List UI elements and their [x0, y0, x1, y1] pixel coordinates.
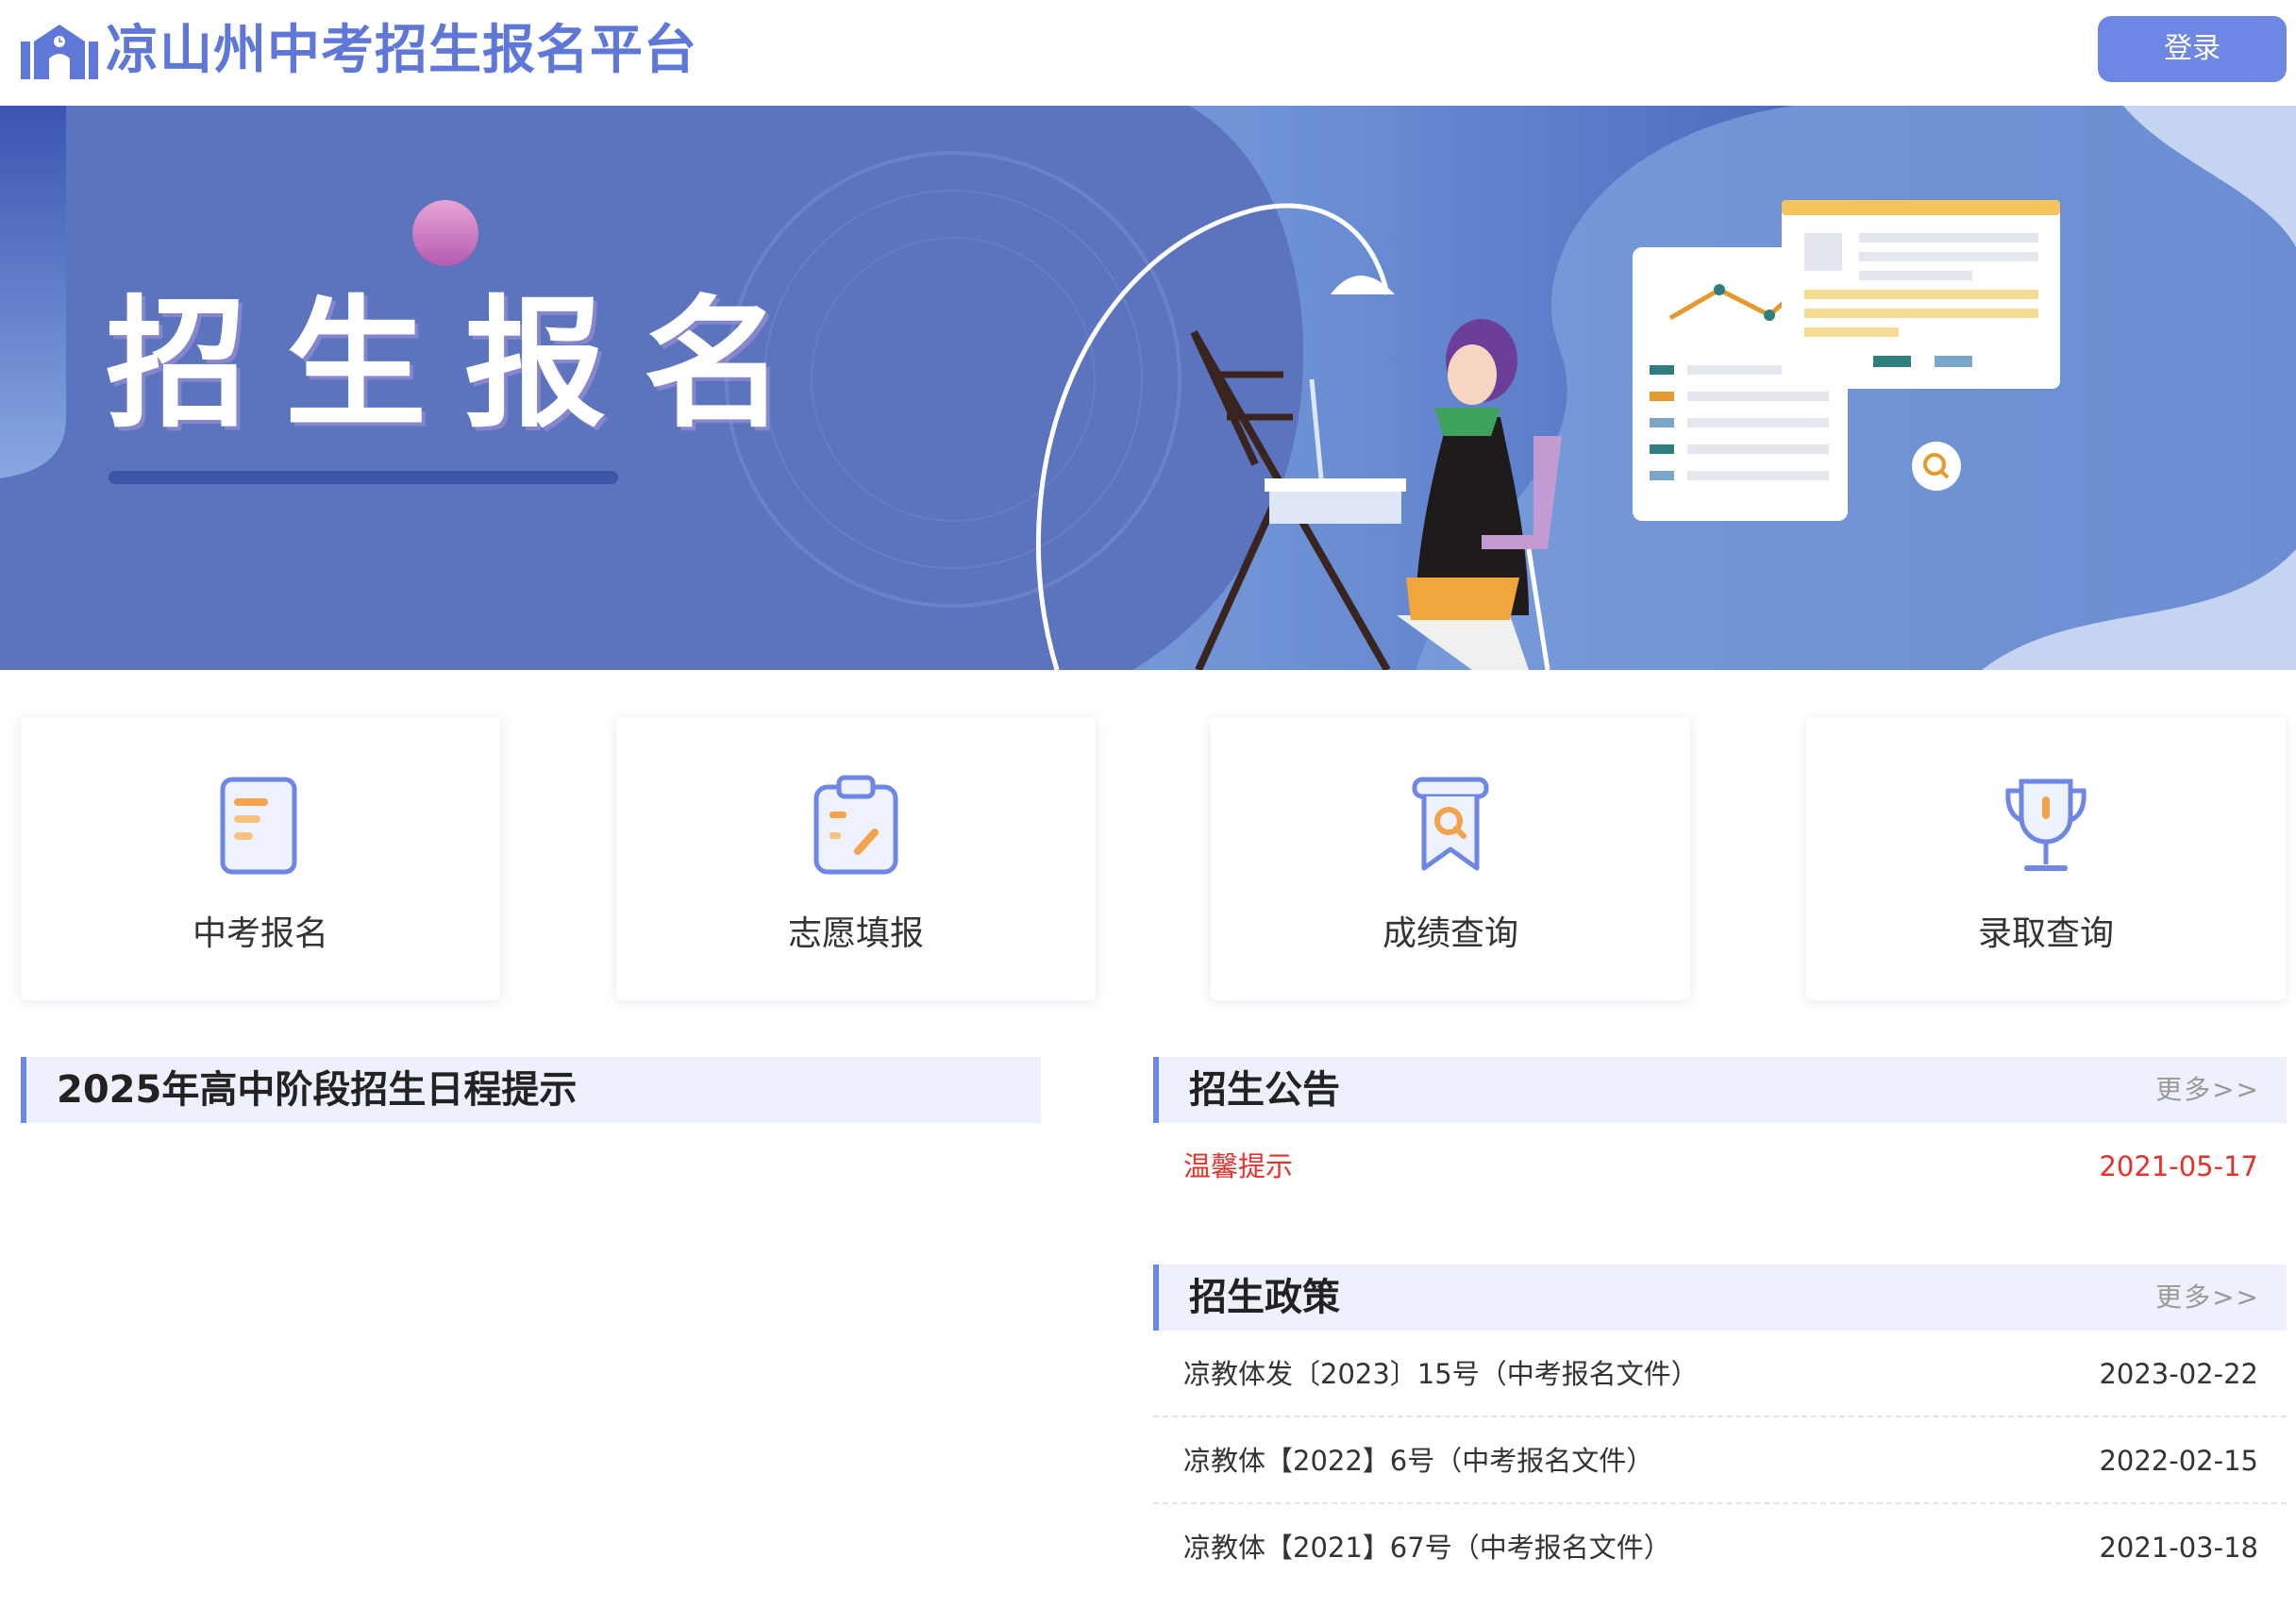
top-header: 凉山州中考招生报名平台 登录 [0, 0, 2296, 107]
schedule-section-header: 2025年高中阶段招生日程提示 [21, 1057, 1041, 1123]
policy-date: 2022-02-15 [2099, 1445, 2258, 1477]
login-button[interactable]: 登录 [2098, 16, 2287, 82]
notices-more-link[interactable]: 更多>> [2155, 1057, 2260, 1123]
schedule-title: 2025年高中阶段招生日程提示 [57, 1068, 578, 1112]
policy-title[interactable]: 凉教体发〔2023〕15号（中考报名文件） [1183, 1331, 1699, 1417]
card-label: 录取查询 [1977, 914, 2114, 953]
policy-row[interactable]: 凉教体【2021】67号（中考报名文件） 2021-03-18 [1153, 1504, 2287, 1591]
hero-banner: 招生报名 [0, 106, 2296, 670]
card-label: 中考报名 [192, 914, 328, 953]
notice-row[interactable]: 温馨提示 2021-05-17 [1153, 1123, 2287, 1210]
policy-title[interactable]: 凉教体【2021】67号（中考报名文件） [1183, 1504, 1671, 1591]
notices-title: 招生公告 [1189, 1068, 1340, 1112]
notices-section-header: 招生公告 更多>> [1153, 1057, 2287, 1123]
notice-date: 2021-05-17 [2099, 1150, 2258, 1182]
trophy-icon [2005, 779, 2087, 871]
policy-row[interactable]: 凉教体发〔2023〕15号（中考报名文件） 2023-02-22 [1153, 1331, 2287, 1417]
site-title: 凉山州中考招生报名平台 [106, 20, 697, 81]
school-logo-icon [21, 25, 98, 79]
card-admission-query[interactable]: 录取查询 [1806, 717, 2286, 1000]
card-volunteer-fill[interactable]: 志愿填报 [616, 717, 1096, 1000]
policies-more-link[interactable]: 更多>> [2155, 1265, 2260, 1331]
document-icon [220, 777, 297, 875]
policy-date: 2023-02-22 [2099, 1358, 2258, 1390]
notice-title[interactable]: 温馨提示 [1183, 1123, 1293, 1210]
clipboard-edit-icon [813, 775, 898, 875]
bookmark-search-icon [1412, 777, 1489, 871]
card-label: 成绩查询 [1382, 914, 1518, 953]
policy-title[interactable]: 凉教体【2022】6号（中考报名文件） [1183, 1417, 1653, 1504]
policy-row[interactable]: 凉教体【2022】6号（中考报名文件） 2022-02-15 [1153, 1417, 2287, 1504]
card-label: 志愿填报 [787, 914, 924, 953]
banner-title: 招生报名 [106, 283, 824, 447]
card-exam-registration[interactable]: 中考报名 [21, 717, 500, 1000]
policies-section-header: 招生政策 更多>> [1153, 1265, 2287, 1331]
card-score-query[interactable]: 成绩查询 [1211, 717, 1690, 1000]
policy-date: 2021-03-18 [2099, 1532, 2258, 1564]
policies-title: 招生政策 [1189, 1276, 1340, 1319]
